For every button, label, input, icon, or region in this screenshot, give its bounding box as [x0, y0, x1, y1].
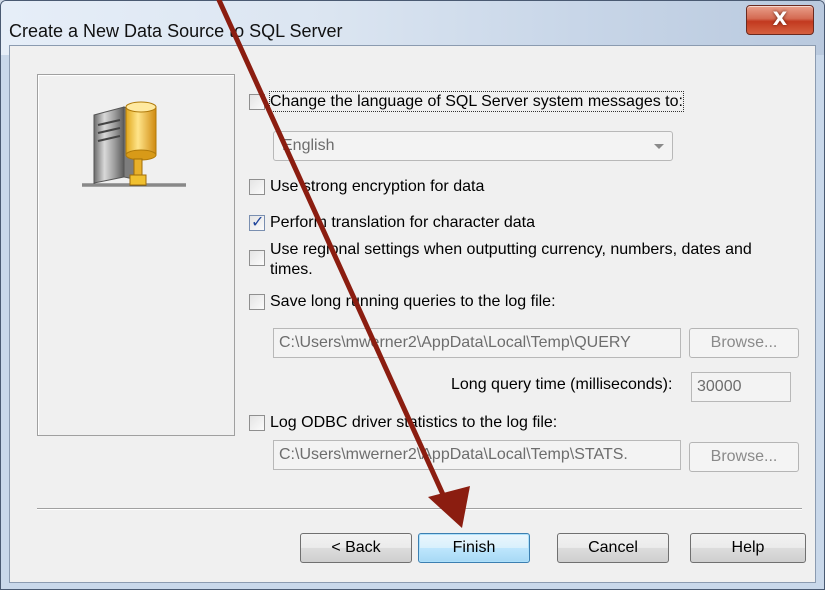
odbc-stats-label[interactable]: Log ODBC driver statistics to the log fi…: [270, 413, 557, 432]
long-query-time-field[interactable]: 30000: [691, 372, 791, 402]
finish-button[interactable]: Finish: [418, 533, 530, 563]
button-divider: [37, 508, 802, 510]
strong-encryption-label[interactable]: Use strong encryption for data: [270, 177, 484, 196]
strong-encryption-checkbox[interactable]: [249, 179, 265, 195]
language-select-value: English: [282, 137, 335, 154]
server-database-icon: [82, 101, 186, 187]
language-select[interactable]: English: [273, 131, 673, 161]
regional-settings-label-line2[interactable]: times.: [270, 260, 313, 279]
long-queries-checkbox[interactable]: [249, 294, 265, 310]
side-image-panel: [37, 74, 235, 436]
translation-checkbox[interactable]: [249, 212, 265, 231]
long-queries-label[interactable]: Save long running queries to the log fil…: [270, 292, 556, 311]
help-button[interactable]: Help: [690, 533, 806, 563]
stats-log-path-field[interactable]: C:\Users\mwerner2\AppData\Local\Temp\STA…: [273, 440, 681, 470]
dialog-window: Create a New Data Source to SQL Server X: [0, 0, 825, 590]
close-icon: X: [772, 8, 788, 30]
dialog-client-area: Change the language of SQL Server system…: [9, 45, 816, 583]
regional-settings-checkbox[interactable]: [249, 250, 265, 266]
regional-settings-label-line1[interactable]: Use regional settings when outputting cu…: [270, 240, 752, 259]
query-log-path-field[interactable]: C:\Users\mwerner2\AppData\Local\Temp\QUE…: [273, 328, 681, 358]
close-button[interactable]: X: [746, 5, 814, 35]
back-button[interactable]: < Back: [300, 533, 412, 563]
window-title: Create a New Data Source to SQL Server: [9, 21, 343, 41]
change-language-label[interactable]: Change the language of SQL Server system…: [269, 91, 684, 112]
cancel-button[interactable]: Cancel: [557, 533, 669, 563]
browse-stats-log-button[interactable]: Browse...: [689, 442, 799, 472]
options-panel: Change the language of SQL Server system…: [247, 46, 815, 486]
translation-label[interactable]: Perform translation for character data: [270, 213, 535, 232]
long-query-time-label: Long query time (milliseconds):: [451, 376, 673, 393]
chevron-down-icon: [654, 144, 664, 149]
odbc-stats-checkbox[interactable]: [249, 415, 265, 431]
browse-query-log-button[interactable]: Browse...: [689, 328, 799, 358]
change-language-checkbox[interactable]: [249, 94, 265, 110]
